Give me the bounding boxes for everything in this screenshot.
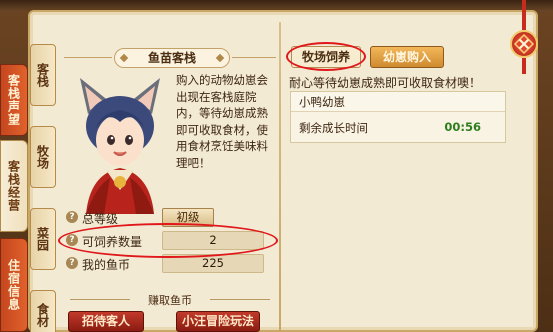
close-button[interactable] — [510, 30, 538, 58]
game-window: 客栈声望 客栈经营 住宿信息 客栈 牧场 菜园 食材 鱼苗客栈 购入的动物幼崽会… — [0, 0, 553, 332]
close-icon — [513, 33, 535, 55]
stat-label: 我的鱼币 — [82, 258, 131, 272]
growth-label: 剩余成长时间 — [299, 121, 368, 135]
title-divider-right — [232, 57, 276, 58]
tab-lodging-info[interactable]: 住宿信息 — [0, 238, 28, 332]
animal-name: 小鸭幼崽 — [291, 92, 505, 112]
inn-title-text: 鱼苗客栈 — [147, 51, 196, 65]
tassel-decoration — [522, 58, 526, 74]
host-guests-button[interactable]: 招待客人 — [68, 311, 144, 332]
earn-coins-header: 赚取鱼币 — [62, 292, 278, 307]
panel-divider — [279, 22, 281, 332]
earn-coins-label: 赚取鱼币 — [148, 294, 192, 307]
subtab-inn[interactable]: 客栈 — [30, 44, 56, 106]
adventure-button[interactable]: 小汪冒险玩法 — [176, 311, 260, 332]
subtab-ranch[interactable]: 牧场 — [30, 126, 56, 188]
divider-line — [70, 299, 130, 300]
subtab-ingredients[interactable]: 食材 — [30, 290, 56, 332]
animal-card[interactable]: 小鸭幼崽 剩余成长时间 00:56 — [290, 91, 506, 143]
character-portrait — [80, 78, 160, 214]
tab-inn-reputation[interactable]: 客栈声望 — [0, 64, 28, 136]
inn-title: 鱼苗客栈 — [114, 48, 230, 68]
growth-timer: 00:56 — [444, 120, 481, 134]
subtab-garden[interactable]: 菜园 — [30, 208, 56, 270]
highlight-ring — [58, 223, 278, 258]
tab-inn-management[interactable]: 客栈经营 — [0, 140, 28, 232]
growth-row: 剩余成长时间 00:56 — [299, 120, 497, 136]
help-icon[interactable]: ? — [66, 257, 78, 269]
tassel-decoration — [522, 0, 526, 30]
inn-info-panel: 鱼苗客栈 购入的动物幼崽会出现在客栈庭院内，等待幼崽成熟即可收取食材，使用食材烹… — [62, 40, 278, 332]
inn-description: 购入的动物幼崽会出现在客栈庭院内，等待幼崽成熟即可收取食材，使用食材烹饪美味料理… — [176, 73, 268, 170]
ranch-hint: 耐心等待幼崽成熟即可收取食材噢！ — [289, 76, 482, 90]
help-icon[interactable]: ? — [66, 211, 78, 223]
tab-buy-young[interactable]: 幼崽购入 — [370, 46, 444, 68]
highlight-ring — [286, 42, 366, 71]
diamond-ornament-icon — [215, 53, 225, 63]
divider-line — [210, 299, 270, 300]
title-divider-left — [64, 57, 112, 58]
diamond-ornament-icon — [119, 53, 129, 63]
